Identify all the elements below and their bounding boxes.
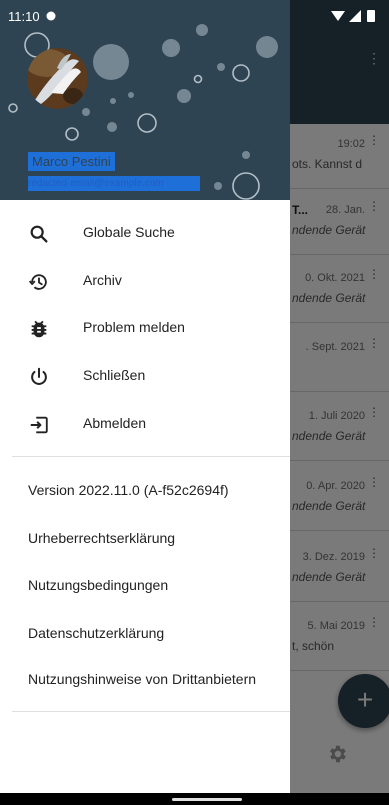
link-terms[interactable]: Nutzungsbedingungen bbox=[0, 563, 290, 610]
logout-icon bbox=[30, 416, 48, 434]
bug-icon bbox=[31, 320, 47, 338]
battery-icon bbox=[367, 10, 375, 22]
link-label: Nutzungsbedingungen bbox=[28, 577, 169, 593]
link-third-party[interactable]: Nutzungshinweise von Drittanbietern bbox=[0, 657, 290, 704]
link-privacy[interactable]: Datenschutzerklärung bbox=[0, 611, 290, 658]
status-indicators bbox=[331, 10, 375, 22]
menu-item-close[interactable]: Schließen bbox=[0, 353, 290, 400]
menu-label: Abmelden bbox=[83, 415, 147, 431]
menu-item-logout[interactable]: Abmelden bbox=[0, 401, 290, 448]
menu-label: Schließen bbox=[83, 367, 146, 383]
power-icon bbox=[31, 367, 47, 385]
menu-item-global-search[interactable]: Globale Suche bbox=[0, 210, 290, 257]
menu-label: Problem melden bbox=[83, 319, 185, 335]
link-label: Datenschutzerklärung bbox=[28, 625, 165, 641]
status-time: 11:10 bbox=[8, 9, 40, 24]
menu-item-archive[interactable]: Archiv bbox=[0, 258, 290, 305]
link-label: Nutzungshinweise von Drittanbietern bbox=[28, 671, 257, 687]
home-gesture-handle[interactable] bbox=[172, 798, 242, 801]
link-label: Urheberrechtserklärung bbox=[28, 530, 176, 546]
divider bbox=[12, 456, 290, 457]
search-icon bbox=[30, 225, 48, 243]
drawer-header: Marco Pestini redacted-email@example.com bbox=[0, 0, 290, 200]
menu-label: Globale Suche bbox=[83, 224, 175, 240]
notification-icon bbox=[46, 11, 56, 21]
signal-icon bbox=[349, 10, 361, 22]
user-email: redacted-email@example.com bbox=[28, 176, 200, 191]
version-label: Version 2022.11.0 (A-f52c2694f) bbox=[28, 482, 229, 498]
history-icon bbox=[28, 274, 47, 290]
navigation-drawer: Marco Pestini redacted-email@example.com… bbox=[0, 0, 290, 793]
user-name: Marco Pestini bbox=[28, 152, 115, 171]
menu-item-report-problem[interactable]: Problem melden bbox=[0, 305, 290, 352]
menu-label: Archiv bbox=[83, 272, 122, 288]
divider bbox=[12, 711, 290, 712]
link-copyright[interactable]: Urheberrechtserklärung bbox=[0, 516, 290, 563]
status-bar: 11:10 bbox=[0, 0, 389, 30]
wifi-icon bbox=[331, 11, 345, 21]
avatar[interactable] bbox=[27, 48, 88, 109]
